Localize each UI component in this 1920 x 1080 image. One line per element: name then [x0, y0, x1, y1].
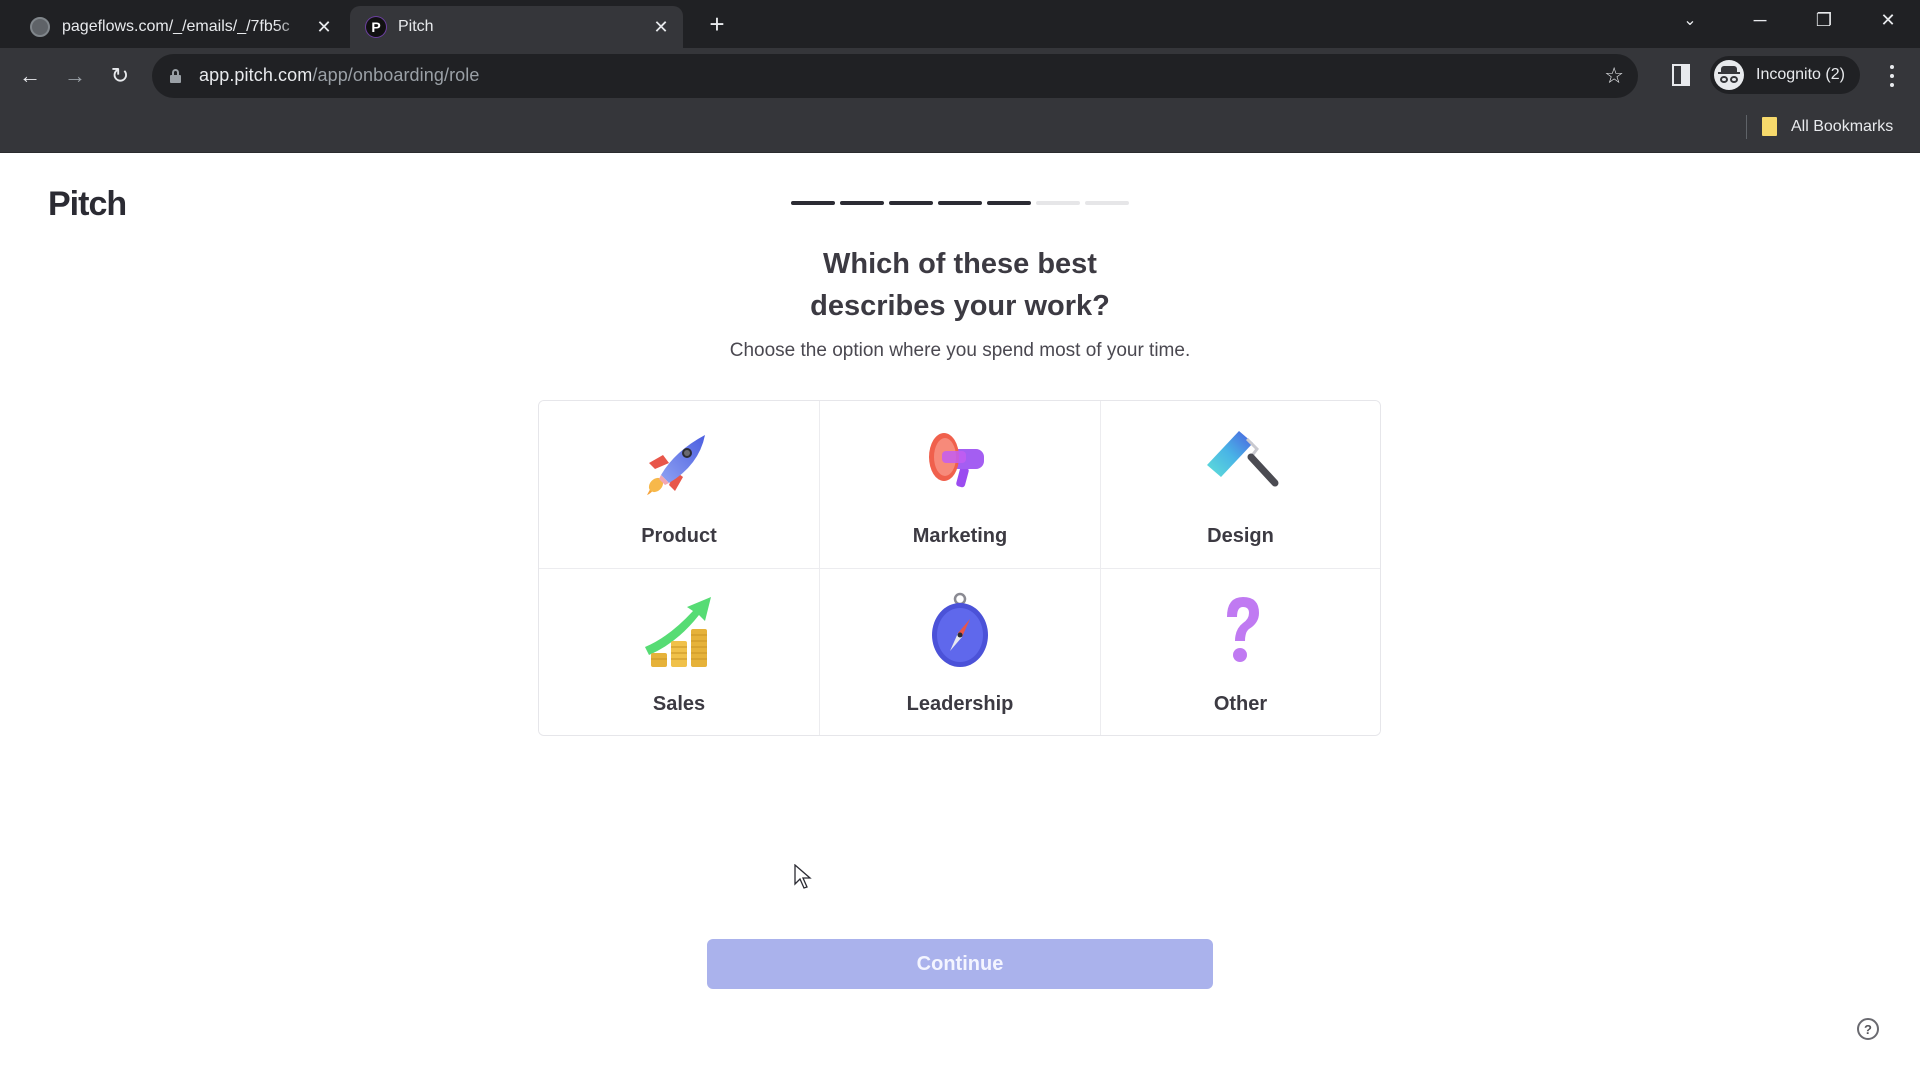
tab-title: Pitch: [398, 18, 434, 35]
folder-icon: [1762, 117, 1777, 136]
role-option-other[interactable]: Other: [1101, 569, 1380, 735]
progress-step-complete: [791, 201, 835, 205]
compass-icon: [932, 592, 988, 667]
browser-menu-icon[interactable]: [1880, 62, 1904, 90]
onboarding-page: Pitch Which of these best describes your…: [0, 153, 1920, 1080]
role-option-label: Marketing: [912, 525, 1008, 547]
side-panel-icon[interactable]: [1672, 64, 1690, 86]
url-text[interactable]: app.pitch.com/app/onboarding/role: [199, 65, 480, 86]
address-bar[interactable]: app.pitch.com/app/onboarding/role ☆: [152, 54, 1638, 98]
role-option-product[interactable]: Product: [539, 401, 820, 569]
rocket-icon: [647, 435, 705, 495]
incognito-profile-button[interactable]: Incognito (2): [1710, 56, 1860, 94]
bookmark-star-icon[interactable]: ☆: [1604, 63, 1624, 89]
restore-button[interactable]: ❐: [1796, 0, 1852, 40]
continue-button[interactable]: Continue: [707, 939, 1213, 989]
role-option-label: Sales: [652, 693, 706, 715]
role-option-leadership[interactable]: Leadership: [820, 569, 1101, 735]
role-option-marketing[interactable]: Marketing: [820, 401, 1101, 569]
help-icon[interactable]: ?: [1857, 1018, 1879, 1040]
close-window-button[interactable]: ✕: [1860, 0, 1916, 40]
role-option-label: Product: [641, 525, 717, 547]
lock-icon[interactable]: [170, 69, 181, 83]
mouse-cursor-icon: [794, 864, 812, 889]
new-tab-button[interactable]: +: [703, 10, 731, 38]
role-option-design[interactable]: Design: [1101, 401, 1380, 569]
back-arrow-icon[interactable]: ←: [14, 60, 46, 92]
question-mark-icon: [1226, 597, 1259, 662]
tab-title: pageflows.com/_/emails/_/7fb5c: [62, 18, 290, 35]
role-option-label: Design: [1207, 525, 1274, 547]
page-subtitle: Choose the option where you spend most o…: [729, 340, 1191, 361]
pitch-logo-icon: P: [366, 17, 386, 37]
all-bookmarks-button[interactable]: All Bookmarks: [1762, 117, 1893, 136]
growth-chart-coins-icon: [645, 597, 711, 667]
close-tab-icon[interactable]: ✕: [312, 15, 336, 39]
forward-arrow-icon[interactable]: →: [59, 60, 91, 92]
minimize-button[interactable]: ─: [1732, 0, 1788, 40]
globe-icon: [30, 17, 50, 37]
bookmarks-divider: [1746, 115, 1747, 139]
all-bookmarks-label: All Bookmarks: [1791, 117, 1894, 135]
paint-roller-icon: [1206, 431, 1278, 487]
progress-step-complete: [840, 201, 884, 205]
role-option-label: Other: [1213, 693, 1268, 715]
role-options-grid: Product Marketing Design Sales Leadershi…: [538, 400, 1381, 736]
progress-step-complete: [889, 201, 933, 205]
bookmarks-bar: All Bookmarks: [0, 103, 1920, 153]
close-tab-icon[interactable]: ✕: [649, 15, 673, 39]
progress-step-complete: [938, 201, 982, 205]
tab-search-icon[interactable]: ⌄: [1662, 0, 1718, 40]
megaphone-icon: [929, 433, 984, 488]
browser-tab-bar: pageflows.com/_/emails/_/7fb5c ✕ P Pitch…: [0, 0, 1920, 48]
role-option-sales[interactable]: Sales: [539, 569, 820, 735]
reload-icon[interactable]: ↻: [104, 60, 136, 92]
progress-step-pending: [1085, 201, 1129, 205]
onboarding-progress: [791, 201, 1129, 205]
incognito-icon: [1714, 60, 1744, 90]
role-option-label: Leadership: [906, 693, 1014, 715]
progress-step-complete: [987, 201, 1031, 205]
page-title-line-1: Which of these best: [823, 248, 1097, 280]
pitch-logo[interactable]: Pitch: [48, 185, 127, 224]
browser-tab-pitch[interactable]: P Pitch ✕: [350, 6, 683, 48]
progress-step-pending: [1036, 201, 1080, 205]
page-title-line-2: describes your work?: [810, 290, 1110, 322]
page-title: Which of these best describes your work?: [0, 243, 1920, 327]
browser-toolbar: ← → ↻ app.pitch.com/app/onboarding/role …: [0, 48, 1920, 103]
profile-label: Incognito (2): [1756, 66, 1845, 83]
browser-tab-pageflows[interactable]: pageflows.com/_/emails/_/7fb5c ✕: [14, 6, 346, 48]
